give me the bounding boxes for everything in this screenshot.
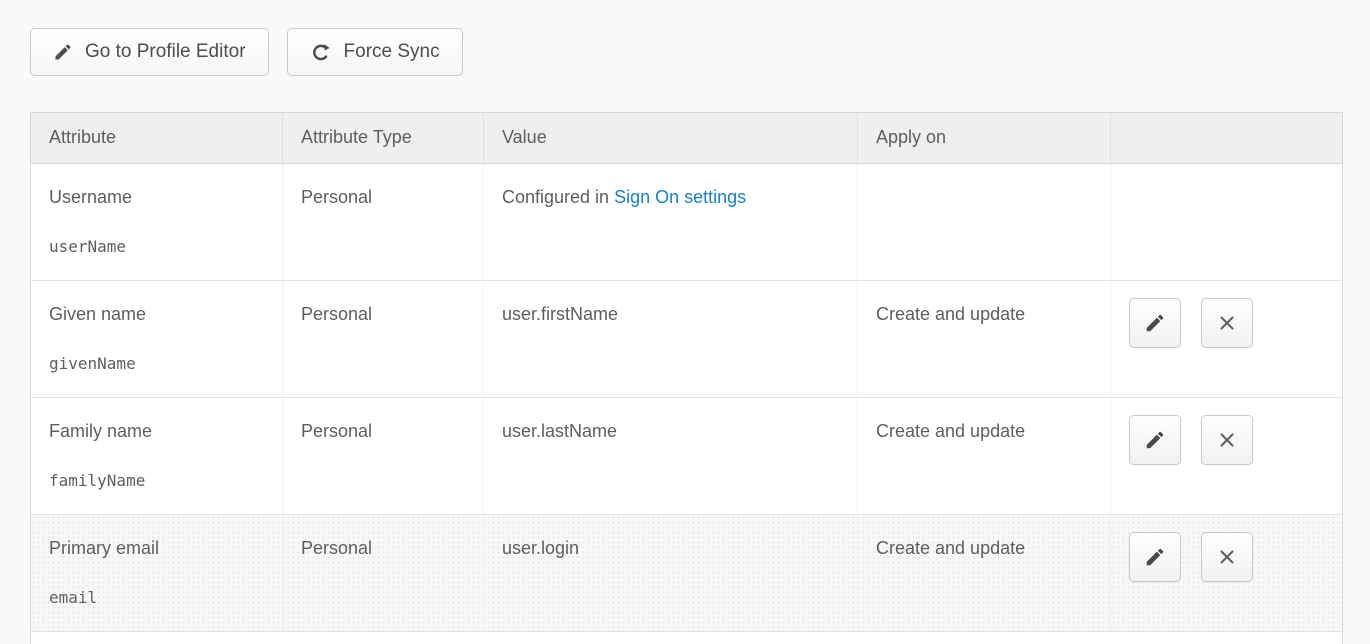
column-header-attribute-type: Attribute Type (283, 113, 484, 163)
value-cell: Configured in Sign On settings (484, 164, 858, 280)
edit-attribute-button[interactable] (1129, 415, 1181, 465)
column-header-value: Value (484, 113, 858, 163)
attribute-label: Given name (49, 302, 264, 326)
force-sync-button[interactable]: Force Sync (287, 28, 463, 76)
toolbar: Go to Profile Editor Force Sync (30, 28, 1370, 76)
table-header-row: Attribute Attribute Type Value Apply on (31, 113, 1342, 164)
attribute-cell: Primary email email (31, 515, 283, 631)
attribute-type-cell: Personal (283, 281, 484, 397)
close-icon (1216, 429, 1238, 451)
pencil-icon (53, 42, 73, 62)
refresh-icon (310, 41, 332, 63)
actions-cell (1111, 164, 1342, 280)
attribute-mapping-table: Attribute Attribute Type Value Apply on … (30, 112, 1343, 644)
attribute-label: Family name (49, 419, 264, 443)
actions-cell (1111, 515, 1342, 631)
table-row: Primary email email Personal user.login … (31, 515, 1342, 632)
attribute-type-cell: Personal (283, 164, 484, 280)
attribute-type-cell: Personal (283, 515, 484, 631)
attribute-name-code: familyName (49, 469, 264, 493)
edit-attribute-button[interactable] (1129, 298, 1181, 348)
pencil-icon (1144, 429, 1166, 451)
apply-on-cell: Create and update (858, 281, 1111, 397)
attribute-type-cell: Personal (283, 398, 484, 514)
value-cell: user.firstName (484, 281, 858, 397)
table-row: Family name familyName Personal user.las… (31, 398, 1342, 515)
attribute-label: Primary email (49, 536, 264, 560)
force-sync-label: Force Sync (344, 41, 440, 63)
sign-on-settings-link[interactable]: Sign On settings (614, 187, 746, 207)
actions-cell (1111, 281, 1342, 397)
value-cell: user.lastName (484, 398, 858, 514)
edit-attribute-button[interactable] (1129, 532, 1181, 582)
attribute-name-code: email (49, 586, 264, 610)
table-next-row-partial (31, 632, 1342, 644)
go-to-profile-editor-button[interactable]: Go to Profile Editor (30, 28, 269, 76)
attribute-cell: Username userName (31, 164, 283, 280)
table-row: Username userName Personal Configured in… (31, 164, 1342, 281)
attribute-label: Username (49, 185, 264, 209)
table-row: Given name givenName Personal user.first… (31, 281, 1342, 398)
go-to-profile-editor-label: Go to Profile Editor (85, 41, 246, 63)
remove-attribute-button[interactable] (1201, 532, 1253, 582)
apply-on-cell (858, 164, 1111, 280)
value-cell: user.login (484, 515, 858, 631)
column-header-actions (1111, 113, 1342, 163)
attribute-name-code: userName (49, 235, 264, 259)
apply-on-cell: Create and update (858, 398, 1111, 514)
close-icon (1216, 546, 1238, 568)
attribute-cell: Given name givenName (31, 281, 283, 397)
apply-on-cell: Create and update (858, 515, 1111, 631)
remove-attribute-button[interactable] (1201, 298, 1253, 348)
value-prefix: Configured in (502, 187, 614, 207)
actions-cell (1111, 398, 1342, 514)
column-header-attribute: Attribute (31, 113, 283, 163)
attribute-name-code: givenName (49, 352, 264, 376)
close-icon (1216, 312, 1238, 334)
remove-attribute-button[interactable] (1201, 415, 1253, 465)
column-header-apply-on: Apply on (858, 113, 1111, 163)
attribute-cell: Family name familyName (31, 398, 283, 514)
pencil-icon (1144, 546, 1166, 568)
pencil-icon (1144, 312, 1166, 334)
